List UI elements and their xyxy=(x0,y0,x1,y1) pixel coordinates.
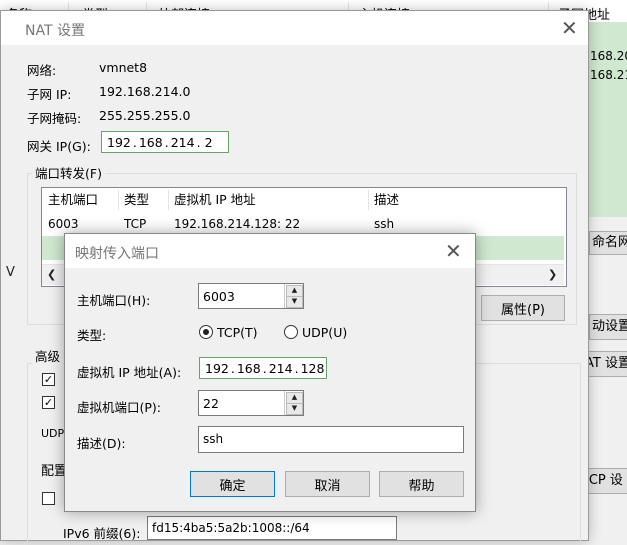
map-incoming-port-dialog: 映射传入端口 ✕ 主机端口(H): 6003 ▲ ▼ 类型: TCP(T) UD… xyxy=(64,233,476,512)
scroll-right-icon[interactable]: ❯ xyxy=(548,268,557,281)
advanced-label: 高级 xyxy=(32,346,64,365)
udp-label: UDP xyxy=(41,427,65,440)
ip-octet[interactable]: 168 xyxy=(237,361,261,376)
udp-label[interactable]: UDP(U) xyxy=(302,325,347,340)
port-forwarding-label: 端口转发(F) xyxy=(32,163,105,182)
network-row-subnet: 168.214 xyxy=(590,68,627,82)
properties-button[interactable]: 属性(P) xyxy=(481,295,565,321)
ipv6-prefix-label: IPv6 前缀(6): xyxy=(63,526,141,541)
ok-button[interactable]: 确定 xyxy=(190,471,275,497)
cell-host-port: 6003 xyxy=(48,217,79,231)
cell-description: ssh xyxy=(374,217,395,231)
ip-octet[interactable]: 168 xyxy=(139,135,163,150)
host-port-value: 6003 xyxy=(203,289,235,304)
cell-vm-address: 192.168.214.128: 22 xyxy=(174,217,301,231)
auto-settings-button[interactable]: 动设置 xyxy=(589,314,627,340)
header-description[interactable]: 描述 xyxy=(368,188,468,212)
map-dialog-title: 映射传入端口 xyxy=(75,246,159,262)
ip-octet[interactable]: 2 xyxy=(203,135,213,150)
radio-selected-dot xyxy=(203,329,209,335)
ip-octet[interactable]: 214 xyxy=(171,135,195,150)
ipv6-prefix-input[interactable]: fd15:4ba5:5a2b:1008::/64 xyxy=(147,516,397,540)
nat-dialog-title: NAT 设置 xyxy=(25,23,85,39)
spin-down-icon[interactable]: ▼ xyxy=(286,296,303,308)
type-label: 类型: xyxy=(77,328,107,343)
spin-buttons: ▲ ▼ xyxy=(284,391,303,415)
help-button[interactable]: 帮助 xyxy=(379,471,464,497)
cancel-button[interactable]: 取消 xyxy=(285,471,370,497)
tcp-label[interactable]: TCP(T) xyxy=(217,325,258,340)
header-type[interactable]: 类型 xyxy=(118,188,168,212)
close-icon[interactable]: ✕ xyxy=(445,241,462,261)
tcp-radio[interactable] xyxy=(199,325,213,339)
spin-down-icon[interactable]: ▼ xyxy=(286,403,303,415)
gateway-ip-input[interactable]: 192. 168. 214. 2 xyxy=(101,131,229,153)
checkbox[interactable] xyxy=(42,492,55,505)
ipv6-prefix-value: fd15:4ba5:5a2b:1008::/64 xyxy=(152,521,310,535)
subnet-mask-value: 255.255.255.0 xyxy=(99,108,191,123)
close-icon[interactable]: ✕ xyxy=(561,18,578,38)
network-label: 网络: xyxy=(27,63,57,78)
cell-type: TCP xyxy=(124,217,147,231)
ip-octet[interactable]: 192 xyxy=(107,135,131,150)
udp-radio[interactable] xyxy=(284,325,298,339)
subnet-ip-value: 192.168.214.0 xyxy=(99,84,191,99)
nat-dialog-titlebar: NAT 设置 ✕ xyxy=(1,11,588,45)
description-value: ssh xyxy=(203,432,224,446)
vm-ip-input[interactable]: 192. 168. 214. 128 xyxy=(199,357,327,379)
gateway-label: 网关 IP(G): xyxy=(27,139,91,154)
window-fragment-v: V xyxy=(6,265,15,280)
vm-port-spinbox[interactable]: 22 ▲ ▼ xyxy=(198,390,304,416)
network-row-subnet: 168.205 xyxy=(590,49,627,63)
vm-port-label: 虚拟机端口(P): xyxy=(77,400,162,415)
vm-ip-label: 虚拟机 IP 地址(A): xyxy=(77,365,182,380)
ip-octet[interactable]: 192 xyxy=(205,361,229,376)
checkbox[interactable]: ✓ xyxy=(42,373,55,386)
header-vm-address[interactable]: 虚拟机 IP 地址 xyxy=(168,188,368,212)
ip-octet[interactable]: 214 xyxy=(269,361,293,376)
host-port-label: 主机端口(H): xyxy=(77,293,151,308)
map-dialog-titlebar: 映射传入端口 ✕ xyxy=(65,234,475,268)
vm-port-value: 22 xyxy=(203,396,219,411)
host-port-spinbox[interactable]: 6003 ▲ ▼ xyxy=(198,283,304,309)
subnet-mask-label: 子网掩码: xyxy=(27,111,82,126)
description-input[interactable]: ssh xyxy=(198,426,464,453)
spin-buttons: ▲ ▼ xyxy=(284,284,303,308)
ip-octet[interactable]: 128 xyxy=(301,361,325,376)
scroll-left-icon[interactable]: ❮ xyxy=(47,268,56,281)
subnet-ip-label: 子网 IP: xyxy=(27,87,72,102)
rename-network-button[interactable]: 命名网 xyxy=(589,231,627,255)
description-label: 描述(D): xyxy=(77,436,126,451)
network-value: vmnet8 xyxy=(99,60,148,75)
header-host-port[interactable]: 主机端口 xyxy=(42,188,118,212)
checkbox[interactable]: ✓ xyxy=(42,396,55,409)
